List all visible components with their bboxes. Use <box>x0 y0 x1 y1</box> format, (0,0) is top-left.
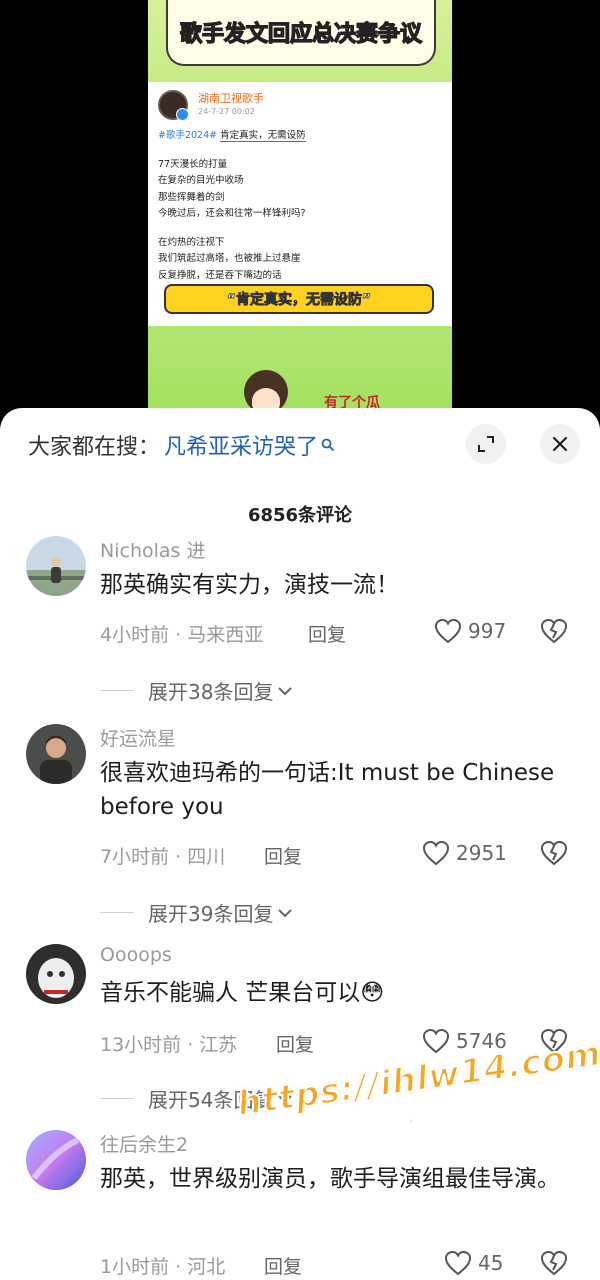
chevron-down-icon <box>278 908 293 917</box>
post-line: 那些挥舞着的剑 <box>158 191 225 203</box>
comment-text: 很喜欢迪玛希的一句话:It must be Chinese before you <box>100 760 555 820</box>
heart-icon <box>444 1250 472 1276</box>
video-banner-title: 歌手发文回应总决赛争议 <box>179 21 422 47</box>
comment-text: 那英确实有实力，演技一流！ <box>100 572 399 598</box>
reply-button[interactable]: 回复 <box>264 842 302 869</box>
broken-heart-icon <box>540 618 568 644</box>
avatar[interactable] <box>26 724 86 784</box>
expand-replies-button[interactable]: 展开39条回复 <box>100 898 293 927</box>
post-line: 反复挣脱，还是吞下嘴边的话 <box>158 269 282 281</box>
dislike-button[interactable] <box>540 1250 568 1280</box>
post-date: 24-7-27 00:02 <box>198 107 255 116</box>
video-banner: 歌手发文回应总决赛争议 <box>166 0 436 66</box>
avatar[interactable] <box>26 1130 86 1190</box>
comment-count: 6856条评论 <box>247 505 353 526</box>
search-query-link[interactable]: 凡希亚采访哭了 <box>164 429 318 461</box>
heart-icon <box>434 618 462 644</box>
dislike-button[interactable] <box>540 618 568 648</box>
video-caption-text: “肯定真实，无需设防” <box>226 292 372 309</box>
comment-username[interactable]: 往后余生2 <box>100 1130 188 1157</box>
video-caption: “肯定真实，无需设防” <box>164 284 434 314</box>
comment-time-location: 1小时前 · 河北 <box>100 1256 226 1278</box>
close-button[interactable] <box>540 424 580 464</box>
comment-username[interactable]: Nicholas 进 <box>100 536 205 563</box>
search-prefix: 大家都在搜： <box>28 435 161 460</box>
avatar[interactable] <box>26 944 86 1004</box>
heart-icon <box>422 840 450 866</box>
heart-icon <box>422 1028 450 1054</box>
post-avatar <box>158 90 189 121</box>
comment-text: 音乐不能骗人 芒果台可以😳 <box>100 980 385 1006</box>
broken-heart-icon <box>540 840 568 866</box>
like-count: 45 <box>478 1251 504 1275</box>
dislike-button[interactable] <box>540 840 568 870</box>
expand-icon <box>478 436 494 452</box>
chevron-down-icon <box>278 686 293 695</box>
comment-username[interactable]: Oooops <box>100 944 172 966</box>
like-button[interactable]: 45 <box>444 1250 503 1276</box>
post-headline: 肯定真实，无需设防 <box>220 130 306 142</box>
avatar[interactable] <box>26 536 86 596</box>
reply-button[interactable]: 回复 <box>276 1030 314 1057</box>
like-count: 997 <box>468 619 507 643</box>
post-account-name: 湖南卫视歌手 <box>198 92 264 105</box>
post-line: 今晚过后，还会和往常一样锋利吗? <box>158 208 306 219</box>
expand-button[interactable] <box>466 424 506 464</box>
post-line: 在灼热的注视下 <box>158 236 225 248</box>
comment-username[interactable]: 好运流星 <box>100 724 176 751</box>
video-player[interactable]: 歌手发文回应总决赛争议 湖南卫视歌手 24-7-27 00:02 #歌手2024… <box>148 0 452 430</box>
post-line: 77天漫长的打量 <box>158 158 228 170</box>
like-button[interactable]: 2951 <box>422 840 507 866</box>
comment-time-location: 7小时前 · 四川 <box>100 846 226 868</box>
comment-time-location: 4小时前 · 马来西亚 <box>100 624 264 646</box>
expand-replies-button[interactable]: 展开38条回复 <box>100 676 293 705</box>
like-count: 2951 <box>456 841 507 865</box>
close-icon <box>552 436 568 452</box>
reply-button[interactable]: 回复 <box>264 1252 302 1279</box>
post-line: 我们筑起过高塔，也被推上过悬崖 <box>158 253 301 264</box>
like-button[interactable]: 997 <box>434 618 506 644</box>
expand-replies-label: 展开39条回复 <box>148 902 274 926</box>
comment-time-location: 13小时前 · 江苏 <box>100 1034 238 1056</box>
post-hashtag: #歌手2024# <box>158 130 218 141</box>
reply-button[interactable]: 回复 <box>308 620 346 647</box>
search-icon <box>321 438 334 451</box>
broken-heart-icon <box>540 1250 568 1276</box>
post-line: 在复杂的目光中收场 <box>158 175 244 186</box>
expand-replies-label: 展开38条回复 <box>148 680 274 704</box>
search-suggestion[interactable]: 大家都在搜： 凡希亚采访哭了 <box>28 430 336 460</box>
